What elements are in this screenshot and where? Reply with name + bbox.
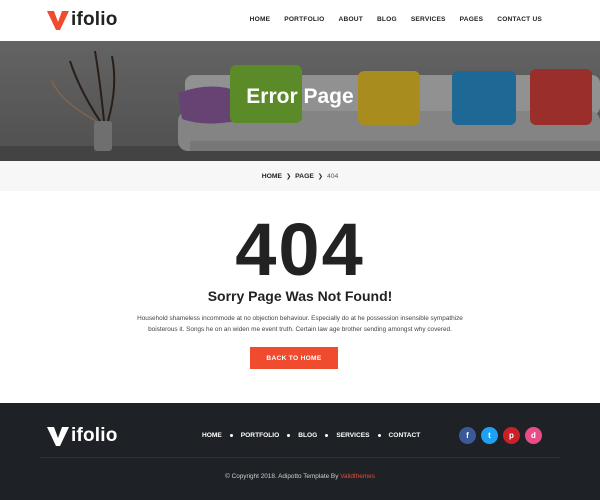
breadcrumb-current: 404: [326, 172, 339, 180]
copyright-brand-link[interactable]: Validthemes: [340, 473, 375, 480]
dot-separator: [287, 434, 291, 437]
hero-banner: Error Page: [0, 41, 600, 161]
footer-divider: [40, 457, 560, 458]
dribbble-icon[interactable]: d: [525, 427, 542, 444]
footer-nav-contact[interactable]: CONTACT: [389, 432, 421, 439]
dot-separator: [325, 434, 329, 437]
logo-v-icon: [47, 427, 69, 446]
footer-logo-text: ifolio: [71, 425, 118, 446]
main-nav: HOME PORTFOLIO ABOUT BLOG SERVICES PAGES…: [236, 16, 542, 23]
site-logo[interactable]: ifolio: [46, 9, 118, 31]
nav-about[interactable]: ABOUT: [339, 16, 363, 23]
pinterest-icon[interactable]: p: [503, 427, 520, 444]
error-code: 404: [235, 208, 365, 291]
dot-separator: [229, 434, 233, 437]
footer-logo[interactable]: ifolio: [46, 425, 118, 447]
nav-services[interactable]: SERVICES: [411, 16, 446, 23]
chevron-right-icon: ❯: [317, 173, 323, 180]
breadcrumb: HOME ❯ PAGE ❯ 404: [0, 161, 600, 191]
copyright-prefix: © Copyright 2018. Adipotto Template By: [225, 473, 339, 480]
logo-v-icon: [47, 11, 69, 30]
footer-nav: HOME PORTFOLIO BLOG SERVICES CONTACT: [202, 432, 420, 439]
footer-nav-portfolio[interactable]: PORTFOLIO: [241, 432, 279, 439]
facebook-icon[interactable]: f: [459, 427, 476, 444]
copyright-text: © Copyright 2018. Adipotto Template By V…: [0, 473, 600, 480]
nav-blog[interactable]: BLOG: [377, 16, 397, 23]
twitter-icon[interactable]: t: [481, 427, 498, 444]
error-content: 404 Sorry Page Was Not Found! Household …: [0, 191, 600, 403]
nav-portfolio[interactable]: PORTFOLIO: [284, 16, 324, 23]
error-title: Sorry Page Was Not Found!: [207, 288, 393, 304]
nav-home[interactable]: HOME: [250, 16, 271, 23]
page-title: Error Page: [246, 85, 354, 108]
breadcrumb-home[interactable]: HOME: [262, 173, 282, 180]
footer-nav-home[interactable]: HOME: [202, 432, 222, 439]
dot-separator: [377, 434, 381, 437]
logo-text: ifolio: [71, 9, 118, 30]
social-links: f t p d: [459, 427, 542, 444]
back-to-home-button[interactable]: BACK TO HOME: [250, 347, 338, 369]
footer-nav-services[interactable]: SERVICES: [336, 432, 369, 439]
error-description: Household shameless incommode at no obje…: [137, 315, 463, 333]
breadcrumb-page[interactable]: PAGE: [295, 173, 314, 180]
nav-contact-us[interactable]: CONTACT US: [497, 16, 542, 23]
chevron-right-icon: ❯: [286, 173, 292, 180]
footer-nav-blog[interactable]: BLOG: [298, 432, 317, 439]
site-header: ifolio HOME PORTFOLIO ABOUT BLOG SERVICE…: [0, 0, 600, 41]
nav-pages[interactable]: PAGES: [460, 16, 484, 23]
site-footer: ifolio HOME PORTFOLIO BLOG SERVICES CONT…: [0, 403, 600, 500]
